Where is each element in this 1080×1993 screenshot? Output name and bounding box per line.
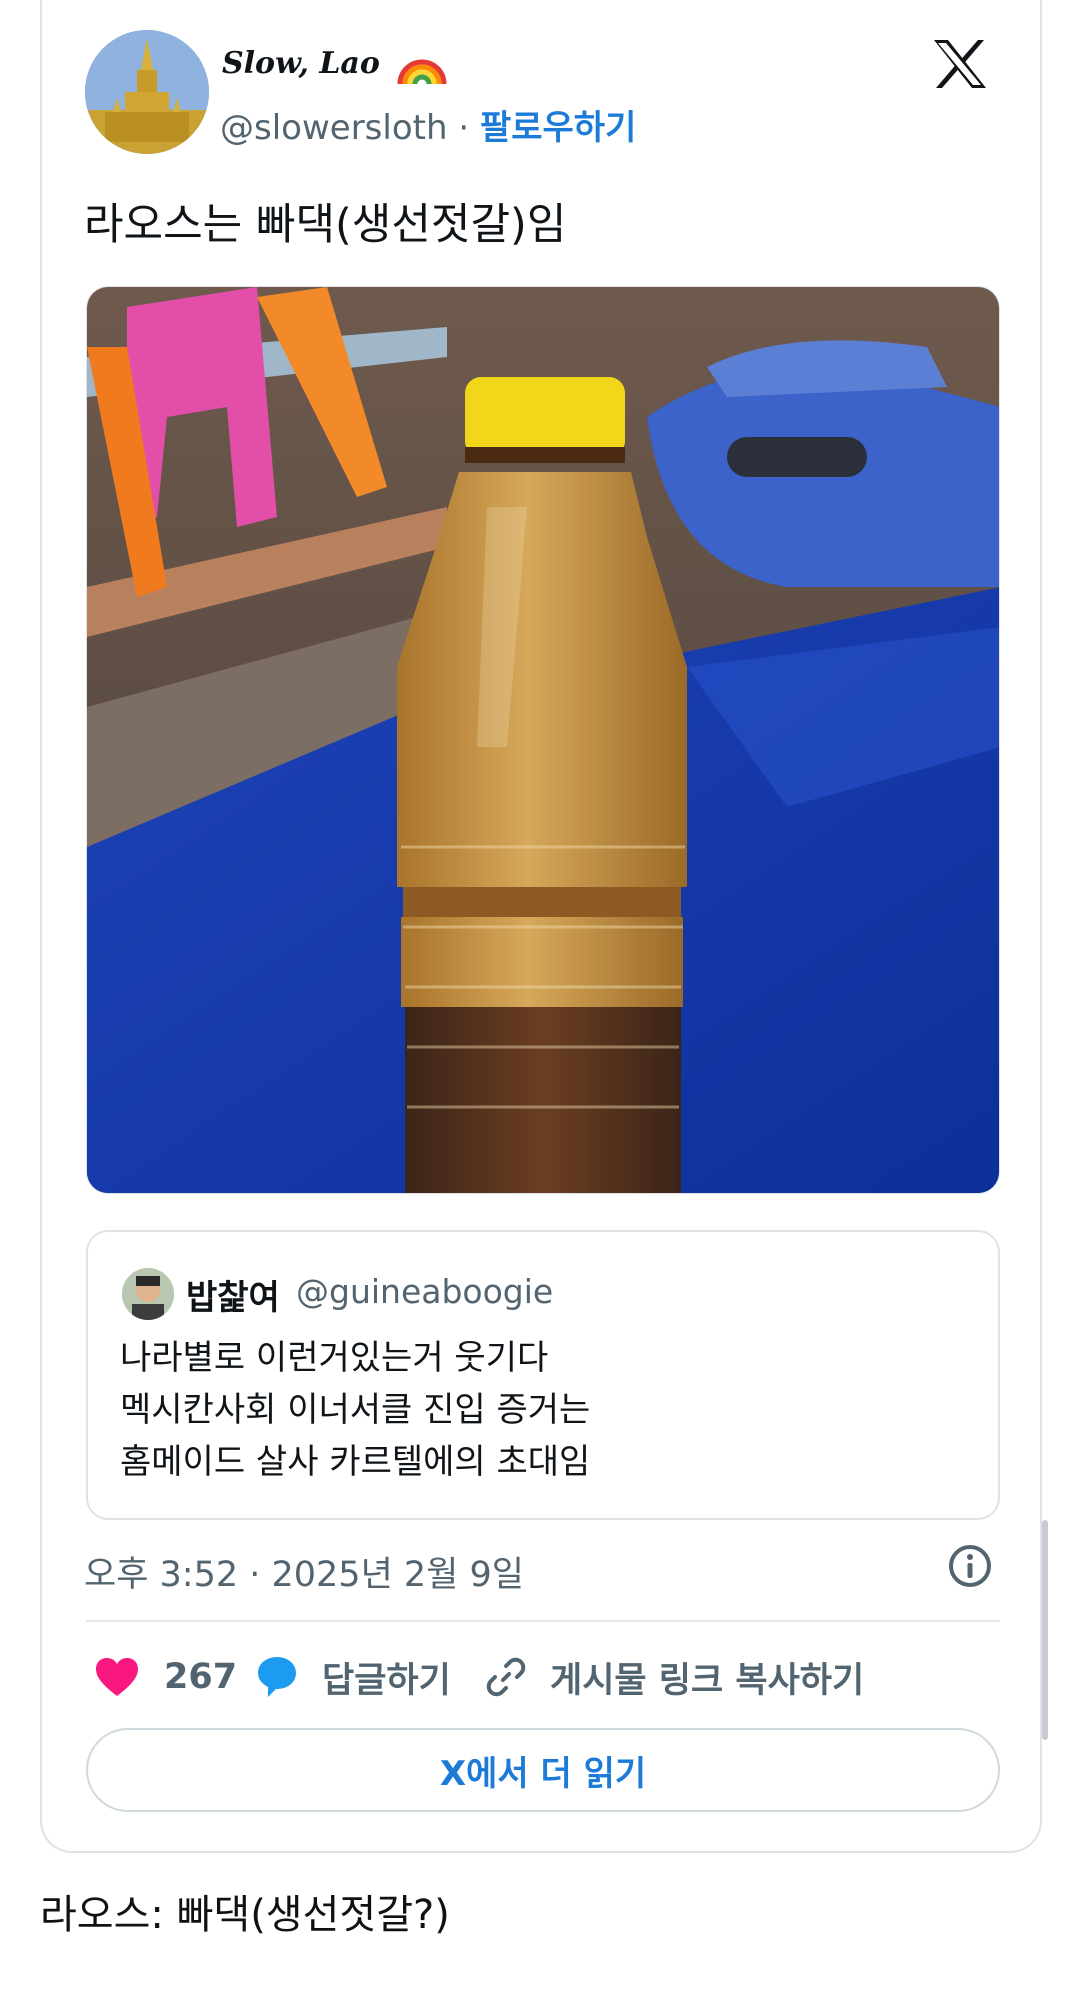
copy-link-label: 게시물 링크 복사하기: [550, 1660, 865, 1701]
x-logo-icon[interactable]: [932, 38, 988, 90]
info-icon[interactable]: [946, 1542, 994, 1590]
author-handle-row: @slowersloth · 팔로우하기: [220, 100, 636, 149]
quoted-text-line: 나라별로 이런거있는거 웃기다: [120, 1338, 549, 1378]
author-display-name[interactable]: Slow, Lao: [222, 46, 380, 81]
quoted-text-line: 멕시칸사회 이너서클 진입 증거는: [120, 1390, 591, 1430]
heart-icon: [96, 1658, 138, 1696]
read-more-on-x-button[interactable]: X에서 더 읽기: [86, 1728, 1000, 1812]
reply-button[interactable]: 답글하기: [256, 1645, 451, 1709]
separator-dot: ·: [458, 108, 470, 148]
tweet-text: 라오스는 빠댁(생선젓갈)임: [84, 200, 567, 250]
like-count: 267: [164, 1657, 238, 1697]
speech-bubble-icon: [258, 1657, 296, 1697]
like-button[interactable]: 267: [94, 1645, 237, 1709]
quoted-author-handle: @guineaboogie: [296, 1272, 554, 1311]
tweet-photo[interactable]: [86, 286, 1000, 1194]
fish-sauce-bottle-photo-image: [87, 287, 999, 1193]
link-icon: [486, 1657, 526, 1697]
quoted-author-name: 밥찵여: [186, 1278, 280, 1318]
quoted-author-avatar: [122, 1268, 174, 1320]
divider: [86, 1620, 1000, 1622]
quoted-tweet-text: 나라별로 이런거있는거 웃기다 멕시칸사회 이너서클 진입 증거는 홈메이드 살…: [120, 1332, 590, 1488]
rainbow-emoji-icon: [397, 59, 447, 85]
tweet-actions: 267 답글하기 게시물 링크 복사하기: [86, 1645, 1000, 1709]
quoted-tweet[interactable]: 밥찵여 @guineaboogie 나라별로 이런거있는거 웃기다 멕시칸사회 …: [86, 1230, 1000, 1520]
tweet-timestamp[interactable]: 오후 3:52 · 2025년 2월 9일: [84, 1546, 524, 1597]
quoted-text-line: 홈메이드 살사 카르텔에의 초대임: [120, 1442, 591, 1482]
author-handle[interactable]: @slowersloth: [220, 108, 448, 148]
scrollbar[interactable]: [1042, 1520, 1048, 1740]
post-caption: 라오스: 빠댁(생선젓갈?): [40, 1892, 450, 1938]
follow-button[interactable]: 팔로우하기: [480, 108, 636, 148]
author-avatar[interactable]: [85, 30, 209, 154]
reply-label: 답글하기: [322, 1660, 451, 1701]
copy-link-button[interactable]: 게시물 링크 복사하기: [486, 1645, 864, 1709]
embedded-tweet-card: Slow, Lao @slowersloth · 팔로우하기 라오스는 빠댁(생…: [40, 0, 1042, 1853]
